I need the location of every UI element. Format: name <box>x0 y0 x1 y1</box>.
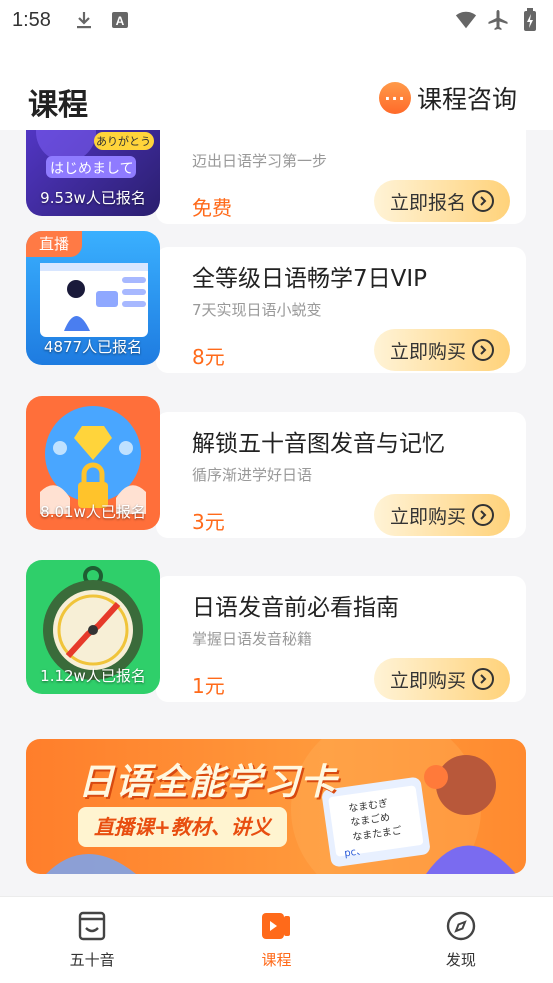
course-card[interactable]: ありがとう はじめまして 9.53w人已报名 迈出日语学习第一步 免费 立即报名 <box>26 130 526 224</box>
bottom-nav: 五十音 课程 发现 <box>0 896 553 983</box>
course-subtitle: 迈出日语学习第一步 <box>192 152 328 170</box>
compass-icon <box>446 911 476 945</box>
promo-banner[interactable]: 日语全能学习卡 直播课+教材、讲义 なまむぎ なまごめ なまたまご pc、 <box>26 739 526 874</box>
course-consult-label: 课程咨询 <box>416 85 517 114</box>
buy-button-label: 立即购买 <box>389 505 466 528</box>
course-consult-button[interactable]: ··· 课程咨询 <box>378 80 517 116</box>
course-thumbnail[interactable]: ありがとう はじめまして 9.53w人已报名 <box>26 130 160 216</box>
course-subtitle: 掌握日语发音秘籍 <box>192 630 313 648</box>
battery-charging-icon <box>519 8 541 31</box>
buy-button[interactable]: 立即购买 <box>374 658 510 700</box>
buy-button[interactable]: 立即购买 <box>374 329 510 371</box>
chat-dots-icon: ··· <box>378 82 411 114</box>
course-card[interactable]: 8.01w人已报名 解锁五十音图发音与记忆 循序渐进学好日语 3元 立即购买 <box>26 396 526 538</box>
chevron-right-icon <box>472 668 494 690</box>
course-card[interactable]: 直播 4877人已报名 全等级日语畅学7日VIP 7天实现日语小蜕变 8元 立即… <box>26 231 526 373</box>
nav-item-discover[interactable]: 发现 <box>369 897 553 983</box>
wifi-icon <box>455 9 477 31</box>
enrollment-count: 4877人已报名 <box>43 338 143 356</box>
course-thumbnail[interactable]: 8.01w人已报名 <box>26 396 160 530</box>
course-thumbnail[interactable]: 1.12w人已报名 <box>26 560 160 694</box>
buy-button-label: 立即购买 <box>389 669 466 692</box>
course-price: 8元 <box>192 345 225 369</box>
live-tag: 直播 <box>26 231 82 257</box>
chevron-right-icon <box>472 190 494 212</box>
course-card[interactable]: 1.12w人已报名 日语发音前必看指南 掌握日语发音秘籍 1元 立即购买 <box>26 560 526 702</box>
course-subtitle: 循序渐进学好日语 <box>192 466 313 484</box>
course-price: 1元 <box>192 674 225 698</box>
nav-label: 课程 <box>261 950 292 969</box>
page-header: 课程 ··· 课程咨询 <box>0 40 553 130</box>
thumb-text-hajimemashite: はじめまして <box>50 161 134 177</box>
enrollment-count: 1.12w人已报名 <box>40 667 146 685</box>
chevron-right-icon <box>472 339 494 361</box>
enroll-button[interactable]: 立即报名 <box>374 180 510 222</box>
chevron-right-icon <box>472 504 494 526</box>
banner-subtitle: 直播课+教材、讲义 <box>78 807 287 847</box>
course-price: 3元 <box>192 510 225 534</box>
airplane-icon <box>487 9 509 31</box>
status-bar: 1:58 A <box>0 0 553 40</box>
svg-text:A: A <box>116 14 125 28</box>
course-title: 日语发音前必看指南 <box>192 595 399 621</box>
status-time: 1:58 <box>12 8 51 31</box>
download-icon <box>73 9 95 31</box>
status-right-icons <box>455 8 541 31</box>
course-subtitle: 7天实现日语小蜕变 <box>192 301 322 319</box>
enrollment-count: 8.01w人已报名 <box>40 503 146 521</box>
nav-label: 五十音 <box>69 950 115 969</box>
play-icon <box>261 911 291 945</box>
enroll-button-label: 立即报名 <box>389 191 466 214</box>
book-icon <box>78 911 106 945</box>
page-title: 课程 <box>28 88 88 123</box>
status-left-icons: A <box>73 9 131 31</box>
a-letter-icon: A <box>109 9 131 31</box>
nav-label: 发现 <box>445 950 476 969</box>
course-title: 全等级日语畅学7日VIP <box>192 266 428 292</box>
banner-title: 日语全能学习卡 <box>78 762 338 803</box>
banner-card-text: pc、 <box>343 845 367 860</box>
enrollment-count: 9.53w人已报名 <box>40 189 146 207</box>
thumb-text-arigatou: ありがとう <box>96 135 151 148</box>
course-thumbnail[interactable]: 直播 4877人已报名 <box>26 231 160 365</box>
nav-item-gojuon[interactable]: 五十音 <box>0 897 184 983</box>
course-title: 解锁五十音图发音与记忆 <box>192 431 445 457</box>
nav-item-courses[interactable]: 课程 <box>184 897 368 983</box>
buy-button[interactable]: 立即购买 <box>374 494 510 536</box>
buy-button-label: 立即购买 <box>389 340 466 363</box>
course-price: 免费 <box>192 196 232 220</box>
